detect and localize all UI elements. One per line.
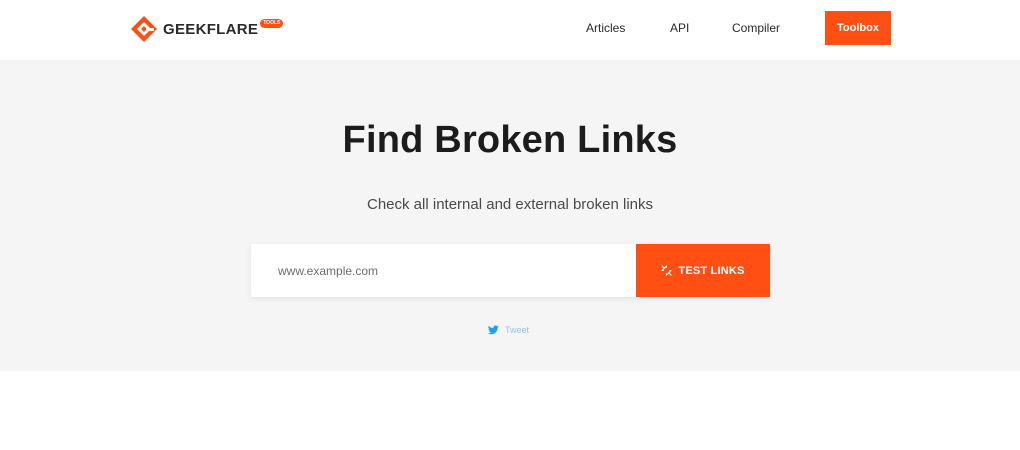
nav-compiler-link[interactable]: Compiler — [732, 21, 780, 35]
test-links-label: TEST LINKS — [678, 264, 745, 277]
nav-articles-link[interactable]: Articles — [586, 21, 625, 35]
twitter-bird-icon — [488, 325, 499, 335]
site-header: GEEKFLARE TOOLS Articles API Compiler To… — [0, 0, 1020, 60]
logo[interactable]: GEEKFLARE TOOLS — [130, 15, 284, 43]
unlink-icon — [661, 265, 672, 276]
nav-api-link[interactable]: API — [670, 21, 689, 35]
page-subtitle: Check all internal and external broken l… — [367, 196, 653, 213]
url-search-form: TEST LINKS — [251, 244, 770, 297]
tweet-link[interactable]: Tweet — [488, 325, 529, 335]
page-title: Find Broken Links — [342, 119, 678, 161]
geekflare-logo-icon — [131, 16, 157, 42]
logo-text: GEEKFLARE — [163, 20, 259, 38]
url-input[interactable] — [251, 244, 636, 297]
logo-badge: TOOLS — [260, 18, 284, 28]
test-links-button[interactable]: TEST LINKS — [636, 244, 770, 297]
hero-section: Find Broken Links Check all internal and… — [0, 60, 1020, 371]
toolbox-button[interactable]: Toolbox — [825, 11, 891, 45]
tweet-label: Tweet — [505, 325, 530, 335]
